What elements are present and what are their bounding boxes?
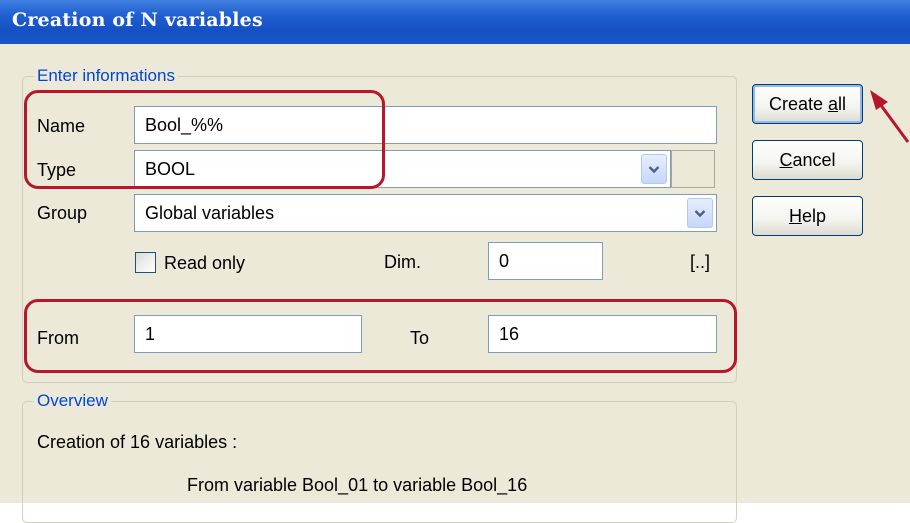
type-select[interactable]: BOOL [134,150,671,188]
group-select[interactable]: Global variables [134,194,717,232]
to-label: To [410,328,430,348]
dropdown-arrow-icon [648,165,660,173]
help-button[interactable]: Help [752,196,863,236]
enter-informations-legend: Enter informations [34,66,178,86]
from-input[interactable]: 1 [134,315,362,353]
overview-range-text: From variable Bool_01 to variable Bool_1… [187,475,528,495]
read-only-checkbox[interactable] [135,252,156,273]
dim-label: Dim. [384,252,421,272]
overview-legend: Overview [34,391,111,411]
name-input[interactable]: Bool_%% [134,106,717,144]
group-select-value: Global variables [145,203,275,223]
dim-input[interactable]: 0 [488,242,603,280]
title-bar: Creation of N variables [0,0,910,44]
type-dropdown-button[interactable] [641,154,667,184]
cancel-button[interactable]: Cancel [752,140,863,180]
name-label: Name [37,116,86,136]
type-color-swatch [671,150,715,188]
type-label: Type [37,160,77,180]
overview-group [22,401,737,523]
overview-count-text: Creation of 16 variables : [37,432,238,452]
create-all-button[interactable]: Create all [752,84,863,124]
read-only-label: Read only [164,253,246,273]
dim-browse-button[interactable]: [..] [690,251,710,273]
window-title: Creation of N variables [12,9,263,31]
cancel-label: Cancel [779,150,836,170]
group-dropdown-button[interactable] [687,198,713,228]
group-label: Group [37,203,88,223]
dropdown-arrow-icon [694,209,706,217]
create-all-label: Create all [768,94,847,114]
annotation-arrow-icon [870,90,910,143]
from-label: From [37,328,79,348]
help-label: Help [788,206,827,226]
type-select-value: BOOL [145,159,196,179]
dialog-body: Enter informations Name Bool_%% Type BOO… [0,44,910,523]
to-input[interactable]: 16 [488,315,717,353]
